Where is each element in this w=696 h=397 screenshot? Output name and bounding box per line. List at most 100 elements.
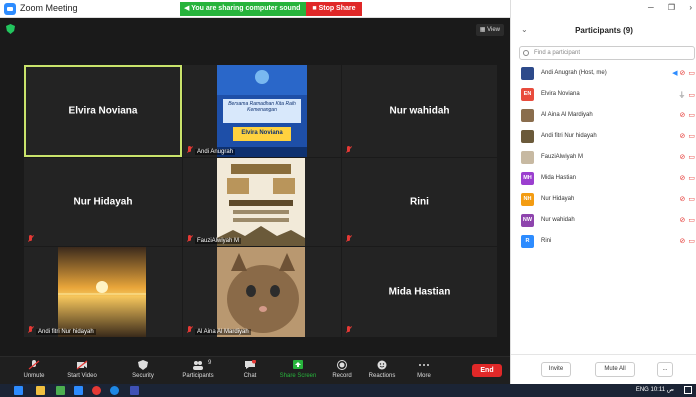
participant-name: Rini xyxy=(541,238,552,244)
windows-taskbar: ENG 10:11 ص xyxy=(0,384,696,397)
camera-off-icon xyxy=(76,360,88,370)
video-tile[interactable]: Rini xyxy=(342,158,497,246)
maximize-icon[interactable]: ❐ xyxy=(668,3,675,12)
video-tile[interactable]: Elvira Noviana xyxy=(24,65,182,157)
file-explorer-icon[interactable] xyxy=(36,386,45,395)
participants-button[interactable]: Participants xyxy=(176,360,220,379)
share-screen-button[interactable]: Share Screen xyxy=(276,360,320,379)
mic-muted-icon: ⊘ xyxy=(679,133,686,140)
stop-share-button[interactable]: ■ Stop Share xyxy=(306,2,362,16)
invite-button[interactable]: Invite xyxy=(541,362,571,377)
video-tile[interactable]: Mida Hastian xyxy=(342,247,497,337)
title-bar: Zoom Meeting ◀ You are sharing computer … xyxy=(0,0,510,18)
notification-icon[interactable] xyxy=(684,386,692,394)
participant-status-icons: ⊘ ▭ xyxy=(680,132,696,140)
mic-muted-icon: ⊘ xyxy=(679,196,686,203)
avatar: NH xyxy=(521,193,534,206)
video-tile[interactable]: Nur wahidah xyxy=(342,65,497,157)
app-icon[interactable] xyxy=(56,386,65,395)
camera-off-icon: ▭ xyxy=(688,217,695,224)
mic-muted-icon xyxy=(186,326,193,334)
tile-name: Elvira Noviana xyxy=(68,105,138,117)
edge-icon[interactable] xyxy=(110,386,119,395)
mic-muted-icon xyxy=(345,326,352,334)
record-button[interactable]: Record xyxy=(320,360,364,379)
avatar: EN xyxy=(521,88,534,101)
participant-row[interactable]: NH Nur Hidayah ⊘ ▭ xyxy=(521,193,696,207)
app-icon[interactable] xyxy=(130,386,139,395)
participants-text: Participants xyxy=(182,373,214,379)
mic-muted-icon: ⊘ xyxy=(679,112,686,119)
camera-off-icon: ▭ xyxy=(688,196,695,203)
more-options-button[interactable]: ... xyxy=(657,362,673,377)
mic-muted-icon xyxy=(186,146,193,154)
participant-status-icons: ⏚ ▭ xyxy=(678,90,695,100)
unmute-label: Unmute xyxy=(23,373,45,379)
participant-name: FauziAlwiyah M xyxy=(541,154,584,160)
chrome-icon[interactable] xyxy=(92,386,101,395)
security-label: Security xyxy=(132,373,154,379)
camera-off-icon: ▭ xyxy=(688,112,695,119)
video-tile[interactable]: FauziAlwiyah M xyxy=(183,158,341,246)
window-title: Zoom Meeting xyxy=(20,3,78,13)
panel-title: Participants (9) xyxy=(575,26,633,35)
tile-name: Nur wahidah xyxy=(389,105,450,117)
participant-name: Mida Hastian xyxy=(541,175,577,181)
avatar xyxy=(521,130,534,143)
chat-button[interactable]: Chat xyxy=(228,360,272,379)
participant-row[interactable]: R Rini ⊘ ▭ xyxy=(521,235,696,249)
panel-header: ⌄ Participants (9) xyxy=(511,22,696,40)
participant-row[interactable]: Andi fitri Nur hidayah ⊘ ▭ xyxy=(521,130,696,144)
close-icon[interactable]: › xyxy=(689,3,692,12)
more-button[interactable]: More xyxy=(402,360,446,379)
participant-name: Elvira Noviana xyxy=(541,91,580,97)
share-screen-label: Share Screen xyxy=(279,373,317,379)
view-button[interactable]: ▦ View xyxy=(475,24,504,36)
shield-icon xyxy=(138,360,148,370)
poster-name: Elvira Noviana xyxy=(241,130,283,136)
cat-photo-image xyxy=(183,247,341,337)
video-tile[interactable]: Andi fitri Nur hidayah xyxy=(24,247,182,337)
reactions-button[interactable]: Reactions xyxy=(360,360,404,379)
video-tile[interactable]: Nur Hidayah xyxy=(24,158,182,246)
sunset-sea-image xyxy=(24,247,182,337)
minimize-icon[interactable]: ─ xyxy=(648,3,654,12)
chat-icon xyxy=(245,360,256,369)
video-tile[interactable]: Bersama Ramadhan Kita Raih Kemenangan El… xyxy=(183,65,341,157)
participant-row[interactable]: Al Aina Al Mardiyah ⊘ ▭ xyxy=(521,109,696,123)
tile-label: Al Aina Al Mardiyah xyxy=(195,329,251,335)
mute-all-button[interactable]: Mute All xyxy=(595,362,635,377)
participant-status-icons: ⊘ ▭ xyxy=(680,174,696,182)
window-controls: ─ ❐ › xyxy=(636,3,692,12)
start-video-button[interactable]: Start Video xyxy=(60,360,104,379)
participant-row[interactable]: EN Elvira Noviana ⏚ ▭ xyxy=(521,88,696,102)
avatar: MH xyxy=(521,172,534,185)
avatar: R xyxy=(521,235,534,248)
unmute-button[interactable]: Unmute xyxy=(12,360,56,379)
search-input[interactable]: Find a participant xyxy=(519,46,695,60)
tile-name: Nur Hidayah xyxy=(73,196,133,208)
shield-icon[interactable] xyxy=(6,24,15,34)
security-button[interactable]: Security xyxy=(121,360,165,379)
end-meeting-button[interactable]: End xyxy=(472,364,502,377)
participant-row[interactable]: Andi Anugrah (Host, me) ◀ ⊘ ▭ xyxy=(521,67,696,81)
mic-muted-icon: ⊘ xyxy=(679,217,686,224)
share-message: ◀ You are sharing computer sound xyxy=(180,2,307,16)
mic-muted-icon: ⊘ xyxy=(679,70,686,77)
windows-start-icon[interactable] xyxy=(14,386,23,395)
reactions-label: Reactions xyxy=(368,373,396,379)
participants-label: Participants xyxy=(176,373,220,379)
mic-muted-icon xyxy=(27,326,34,334)
video-tile[interactable]: Al Aina Al Mardiyah xyxy=(183,247,341,337)
avatar: NW xyxy=(521,214,534,227)
share-screen-icon xyxy=(293,360,303,369)
zoom-taskbar-icon[interactable] xyxy=(74,386,83,395)
participant-row[interactable]: FauziAlwiyah M ⊘ ▭ xyxy=(521,151,696,165)
participant-row[interactable]: NW Nur wahidah ⊘ ▭ xyxy=(521,214,696,228)
mic-muted-icon: ⊘ xyxy=(679,175,686,182)
participant-status-icons: ⊘ ▭ xyxy=(680,111,696,119)
participant-row[interactable]: MH Mida Hastian ⊘ ▭ xyxy=(521,172,696,186)
search-placeholder: Find a participant xyxy=(534,50,581,56)
participant-name: Al Aina Al Mardiyah xyxy=(541,112,593,118)
speaker-icon: ◀ xyxy=(672,70,678,77)
